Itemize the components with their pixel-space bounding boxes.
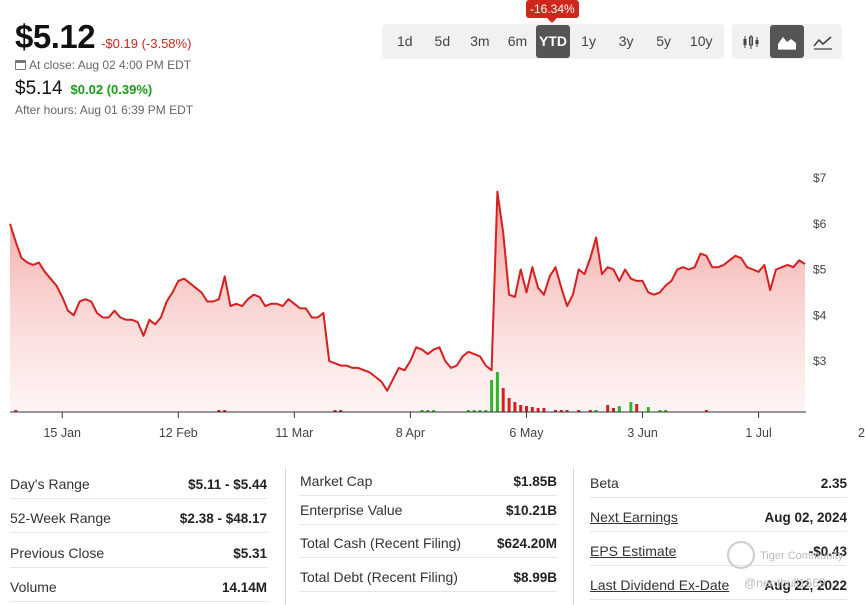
range-button-ytd[interactable]: YTD	[536, 25, 570, 58]
watermark-handle: @nerdbull1669	[744, 576, 826, 590]
stat-label: Total Cash (Recent Filing)	[300, 535, 462, 551]
stat-value: 2.35	[820, 475, 847, 491]
stat-label: Market Cap	[300, 473, 373, 489]
stat-label[interactable]: EPS Estimate	[590, 543, 676, 559]
volume-bar	[635, 404, 639, 412]
stat-label: Enterprise Value	[300, 502, 403, 518]
stat-value: $5.11 - $5.44	[188, 476, 267, 492]
line-chart-button[interactable]	[806, 25, 840, 58]
y-tick-label: $3	[813, 354, 827, 368]
time-range-selector: 1d 5d 3m 6m YTD 1y 3y 5y 10y	[382, 24, 724, 59]
range-button-5y[interactable]: 5y	[645, 25, 683, 58]
volume-bar	[501, 388, 505, 412]
after-hours-label: After hours: Aug 01 6:39 PM EDT	[15, 103, 194, 117]
stat-value: $2.38 - $48.17	[179, 510, 267, 526]
stat-label: Volume	[10, 579, 57, 595]
volume-bar	[542, 408, 546, 412]
candlestick-icon	[743, 34, 759, 49]
range-button-5d[interactable]: 5d	[424, 25, 462, 58]
volume-bar	[612, 408, 615, 412]
stat-row: Total Debt (Recent Filing) $8.99B	[300, 563, 557, 592]
range-button-3y[interactable]: 3y	[607, 25, 645, 58]
watermark-brand: Tiger Community	[760, 550, 844, 562]
volume-bar	[617, 406, 621, 412]
x-tick-label: 8 Apr	[396, 426, 425, 440]
stat-value: Aug 02, 2024	[764, 509, 847, 525]
stat-value: 14.14M	[221, 579, 267, 595]
quote-header: $5.12 -$0.19 (-3.58%) At close: Aug 02 4…	[15, 18, 193, 117]
range-button-1d[interactable]: 1d	[386, 25, 424, 58]
volume-bar	[629, 402, 633, 412]
stat-value: $1.85B	[513, 473, 557, 489]
price-chart[interactable]: $7 $6 $5 $4 $3 15 Jan 12 Feb 11 Mar 8 Apr 6 May 3…	[0, 160, 865, 460]
volume-bar	[513, 402, 517, 412]
stat-label: Beta	[590, 475, 619, 491]
stat-row: Market Cap $1.85B	[300, 467, 557, 496]
stat-row: Total Cash (Recent Filing) $624.20M	[300, 529, 557, 558]
close-time-label: At close: Aug 02 4:00 PM EDT	[29, 58, 192, 72]
range-button-1y[interactable]: 1y	[570, 25, 608, 58]
stat-row: Beta 2.35	[590, 469, 847, 498]
volume-bar	[525, 406, 528, 412]
volume-bar	[507, 398, 511, 412]
volume-bar	[606, 405, 610, 412]
range-button-3m[interactable]: 3m	[461, 25, 499, 58]
x-tick-label: 15 Jan	[43, 426, 81, 440]
after-hours-change: $0.02 (0.39%)	[70, 82, 153, 97]
volume-bar	[490, 380, 494, 412]
y-tick-label: $4	[813, 308, 827, 322]
stat-label: Previous Close	[10, 545, 105, 561]
candlestick-button[interactable]	[734, 25, 768, 58]
volume-bar	[530, 407, 534, 412]
stats-divider	[285, 467, 286, 605]
x-tick-label: 1 Jul	[745, 426, 771, 440]
volume-bar	[519, 405, 523, 412]
range-button-10y[interactable]: 10y	[682, 25, 720, 58]
stat-row: 52-Week Range $2.38 - $48.17	[10, 504, 267, 533]
stat-value: $10.21B	[505, 502, 557, 518]
line-chart-icon	[813, 35, 832, 50]
watermark: Tiger Community @nerdbull1669	[727, 541, 857, 601]
price-change: -$0.19 (-3.58%)	[101, 36, 192, 51]
volume-bar	[495, 372, 499, 412]
range-button-6m[interactable]: 6m	[499, 25, 537, 58]
stat-row: Volume 14.14M	[10, 573, 267, 602]
stat-value: $5.31	[233, 545, 267, 561]
x-tick-label: 29 Jul	[858, 426, 865, 440]
stat-label: Total Debt (Recent Filing)	[300, 569, 458, 585]
area-chart-icon	[778, 36, 796, 50]
stat-value: $8.99B	[513, 569, 557, 585]
chart-type-selector	[732, 24, 842, 59]
stat-value: $624.20M	[496, 535, 557, 551]
y-tick-label: $6	[813, 217, 827, 231]
volume-bar	[536, 408, 540, 412]
x-tick-label: 6 May	[509, 426, 544, 440]
y-tick-label: $7	[813, 171, 827, 185]
stat-label: 52-Week Range	[10, 510, 111, 526]
x-tick-label: 3 Jun	[627, 426, 658, 440]
stats-divider	[573, 467, 574, 605]
x-tick-label: 12 Feb	[159, 426, 198, 440]
stat-label[interactable]: Next Earnings	[590, 509, 678, 525]
price-area	[10, 191, 805, 412]
ytd-return-badge: -16.34%	[526, 0, 579, 23]
current-price: $5.12	[15, 18, 96, 55]
calendar-icon	[15, 60, 26, 70]
area-chart-button[interactable]	[770, 25, 804, 58]
stat-row: Day's Range $5.11 - $5.44	[10, 470, 267, 499]
x-tick-label: 11 Mar	[275, 426, 313, 440]
volume-bar	[646, 407, 650, 412]
stat-label[interactable]: Last Dividend Ex-Date	[590, 577, 729, 593]
stat-label: Day's Range	[10, 476, 90, 492]
after-hours-price: $5.14	[15, 78, 63, 99]
tiger-logo-icon	[727, 541, 755, 569]
y-tick-label: $5	[813, 263, 827, 277]
stat-row: Enterprise Value $10.21B	[300, 496, 557, 525]
stat-row: Previous Close $5.31	[10, 539, 267, 568]
stat-row: Next Earnings Aug 02, 2024	[590, 503, 847, 532]
